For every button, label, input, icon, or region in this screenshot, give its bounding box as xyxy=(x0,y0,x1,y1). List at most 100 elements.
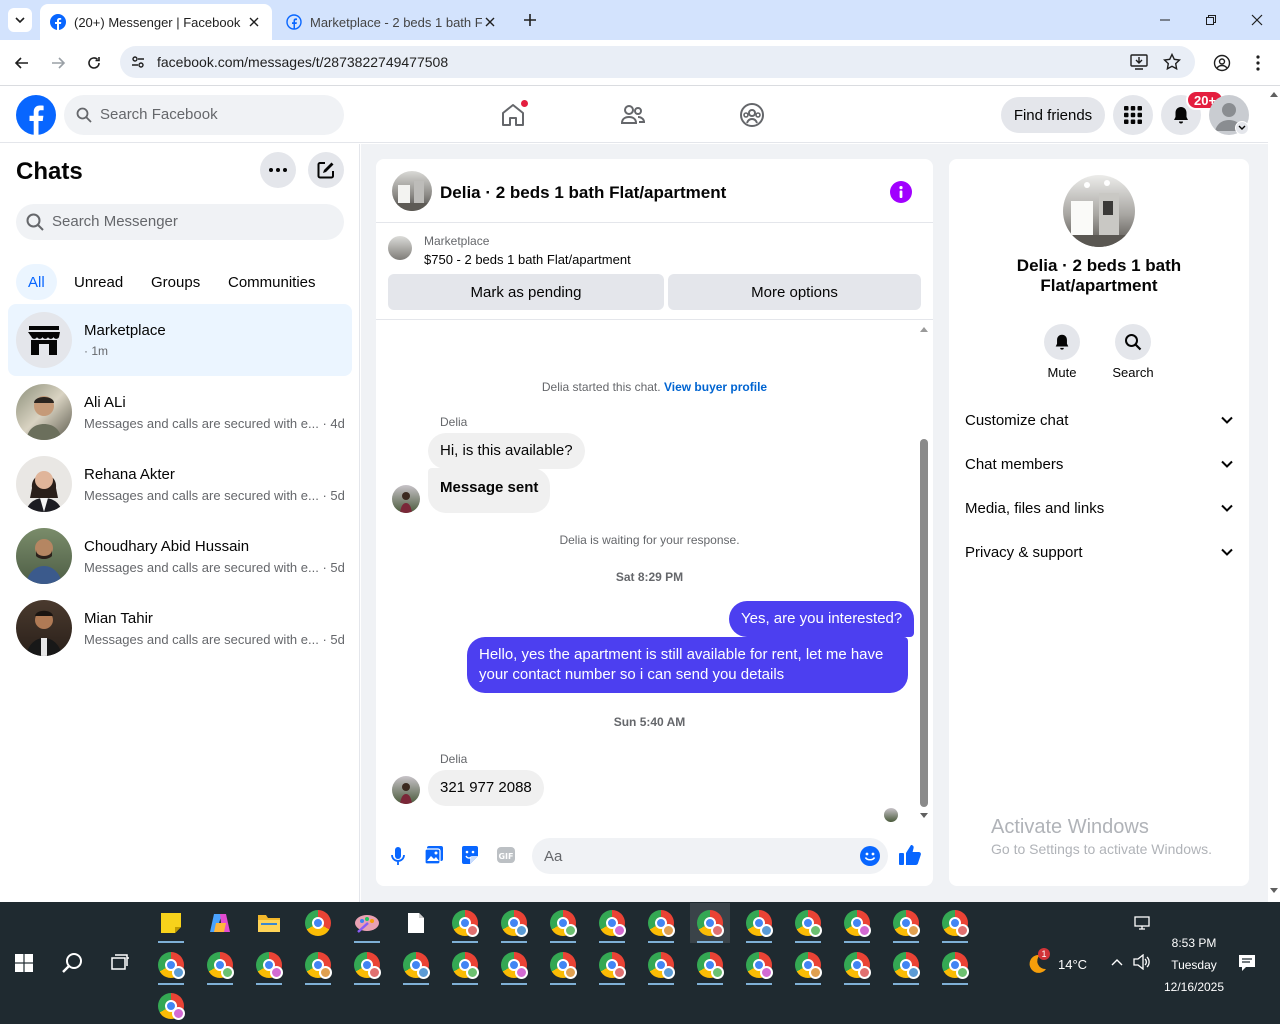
notification-center-icon[interactable] xyxy=(1238,954,1256,972)
media-files-links-section[interactable]: Media, files and links xyxy=(949,486,1249,530)
taskbar-chrome-window[interactable] xyxy=(788,903,828,943)
taskbar-chrome-window[interactable] xyxy=(886,903,926,943)
tab-search-button[interactable] xyxy=(8,8,32,32)
view-buyer-profile-link[interactable]: View buyer profile xyxy=(664,380,767,394)
show-hidden-icons-icon[interactable] xyxy=(1111,958,1123,966)
outgoing-message[interactable]: Hello, yes the apartment is still availa… xyxy=(467,637,908,693)
taskbar-chrome-window[interactable] xyxy=(592,945,632,985)
nav-groups[interactable] xyxy=(721,87,783,143)
taskbar-sticky-notes[interactable] xyxy=(151,903,191,943)
privacy-support-section[interactable]: Privacy & support xyxy=(949,530,1249,574)
taskbar-chrome-window[interactable] xyxy=(690,903,730,943)
taskbar-chrome-window[interactable] xyxy=(886,945,926,985)
taskbar-chrome-window[interactable] xyxy=(641,945,681,985)
close-tab-icon[interactable] xyxy=(246,14,262,30)
chat-members-section[interactable]: Chat members xyxy=(949,442,1249,486)
filter-all[interactable]: All xyxy=(16,264,57,300)
close-tab-icon[interactable] xyxy=(482,14,498,30)
network-icon[interactable] xyxy=(1134,916,1150,930)
conversation-info-button[interactable] xyxy=(890,181,912,203)
taskbar-chrome-window[interactable] xyxy=(739,945,779,985)
taskbar-chrome-window[interactable] xyxy=(935,903,975,943)
gif-button[interactable]: GIF xyxy=(496,845,518,867)
taskbar-chrome-window[interactable] xyxy=(739,903,779,943)
task-view-button[interactable] xyxy=(100,943,140,983)
scroll-thumb[interactable] xyxy=(920,439,928,807)
mute-button[interactable] xyxy=(1044,324,1080,360)
new-tab-button[interactable] xyxy=(518,8,542,32)
minimize-button[interactable] xyxy=(1142,0,1188,40)
taskbar-chrome-window[interactable] xyxy=(298,945,338,985)
taskbar-chrome-window[interactable] xyxy=(200,945,240,985)
forward-button[interactable] xyxy=(43,48,73,78)
chat-item-rehana-akter[interactable]: Rehana Akter Messages and calls are secu… xyxy=(8,448,352,520)
restore-button[interactable] xyxy=(1188,0,1234,40)
taskbar-chrome-window[interactable] xyxy=(690,945,730,985)
taskbar-chrome-window[interactable] xyxy=(494,945,534,985)
taskbar-chrome-window[interactable] xyxy=(445,945,485,985)
messages-scrollbar[interactable] xyxy=(918,324,930,824)
more-options-button[interactable]: More options xyxy=(668,274,921,310)
taskbar-search-button[interactable] xyxy=(52,943,92,983)
taskbar-chrome[interactable] xyxy=(298,903,338,943)
taskbar-chrome-window[interactable] xyxy=(249,945,289,985)
speaker-icon[interactable] xyxy=(1133,954,1151,970)
taskbar-chrome-window[interactable] xyxy=(641,903,681,943)
nav-friends[interactable] xyxy=(602,87,664,143)
taskbar-chrome-window[interactable] xyxy=(788,945,828,985)
install-app-icon[interactable] xyxy=(1130,54,1148,70)
back-button[interactable] xyxy=(7,48,37,78)
filter-communities[interactable]: Communities xyxy=(216,264,328,300)
taskbar-chrome-window[interactable] xyxy=(445,903,485,943)
new-message-button[interactable] xyxy=(308,152,344,188)
taskbar-copilot[interactable] xyxy=(200,903,240,943)
like-button[interactable] xyxy=(898,843,922,867)
taskbar-chrome-window[interactable] xyxy=(543,903,583,943)
start-button[interactable] xyxy=(4,943,44,983)
chat-item-mian-tahir[interactable]: Mian Tahir Messages and calls are secure… xyxy=(8,592,352,664)
taskbar-file-explorer[interactable] xyxy=(249,903,289,943)
taskbar-chrome-window[interactable] xyxy=(396,945,436,985)
profile-button[interactable] xyxy=(1207,48,1237,78)
taskbar-notepad[interactable] xyxy=(396,903,436,943)
close-window-button[interactable] xyxy=(1234,0,1280,40)
reload-button[interactable] xyxy=(79,48,109,78)
customize-chat-section[interactable]: Customize chat xyxy=(949,398,1249,442)
browser-menu-button[interactable] xyxy=(1243,48,1273,78)
taskbar-chrome-window[interactable] xyxy=(592,903,632,943)
listing-thumbnail[interactable] xyxy=(388,236,412,260)
messenger-search[interactable]: Search Messenger xyxy=(16,204,344,240)
taskbar-paint[interactable] xyxy=(347,903,387,943)
facebook-search[interactable]: Search Facebook xyxy=(64,95,344,135)
weather-widget[interactable]: 1 14°C xyxy=(1024,948,1087,978)
chat-item-ali-ali[interactable]: Ali ALi Messages and calls are secured w… xyxy=(8,376,352,448)
filter-groups[interactable]: Groups xyxy=(139,264,212,300)
outgoing-message[interactable]: Yes, are you interested? xyxy=(729,601,915,637)
bookmark-star-icon[interactable] xyxy=(1163,53,1181,71)
taskbar-chrome-window[interactable] xyxy=(151,986,191,1024)
facebook-logo-icon[interactable] xyxy=(16,95,56,135)
incoming-message[interactable]: Hi, is this available? xyxy=(428,433,585,469)
emoji-icon[interactable] xyxy=(860,846,880,866)
nav-home[interactable] xyxy=(482,87,544,143)
tab-messenger[interactable]: (20+) Messenger | Facebook xyxy=(40,4,272,40)
find-friends-button[interactable]: Find friends xyxy=(1001,97,1105,133)
taskbar-chrome-window[interactable] xyxy=(837,903,877,943)
tab-marketplace[interactable]: Marketplace - 2 beds 1 bath Fla xyxy=(276,4,508,40)
info-avatar[interactable] xyxy=(1063,175,1135,247)
taskbar-chrome-window[interactable] xyxy=(837,945,877,985)
site-settings-icon[interactable] xyxy=(130,54,146,70)
sticker-button[interactable] xyxy=(460,845,482,867)
chat-item-choudhary-abid-hussain[interactable]: Choudhary Abid Hussain Messages and call… xyxy=(8,520,352,592)
conversation-avatar[interactable] xyxy=(392,171,432,211)
incoming-message[interactable]: 321 977 2088 xyxy=(428,770,544,806)
chat-item-marketplace[interactable]: Marketplace · 1m xyxy=(8,304,352,376)
taskbar-chrome-window[interactable] xyxy=(935,945,975,985)
mark-as-pending-button[interactable]: Mark as pending xyxy=(388,274,664,310)
account-dropdown[interactable] xyxy=(1235,121,1249,135)
clock[interactable]: 8:53 PM Tuesday 12/16/2025 xyxy=(1154,932,1234,998)
taskbar-chrome-window[interactable] xyxy=(494,903,534,943)
search-conversation-button[interactable] xyxy=(1115,324,1151,360)
address-bar[interactable]: facebook.com/messages/t/2873822749477508 xyxy=(120,46,1195,78)
filter-unread[interactable]: Unread xyxy=(62,264,135,300)
